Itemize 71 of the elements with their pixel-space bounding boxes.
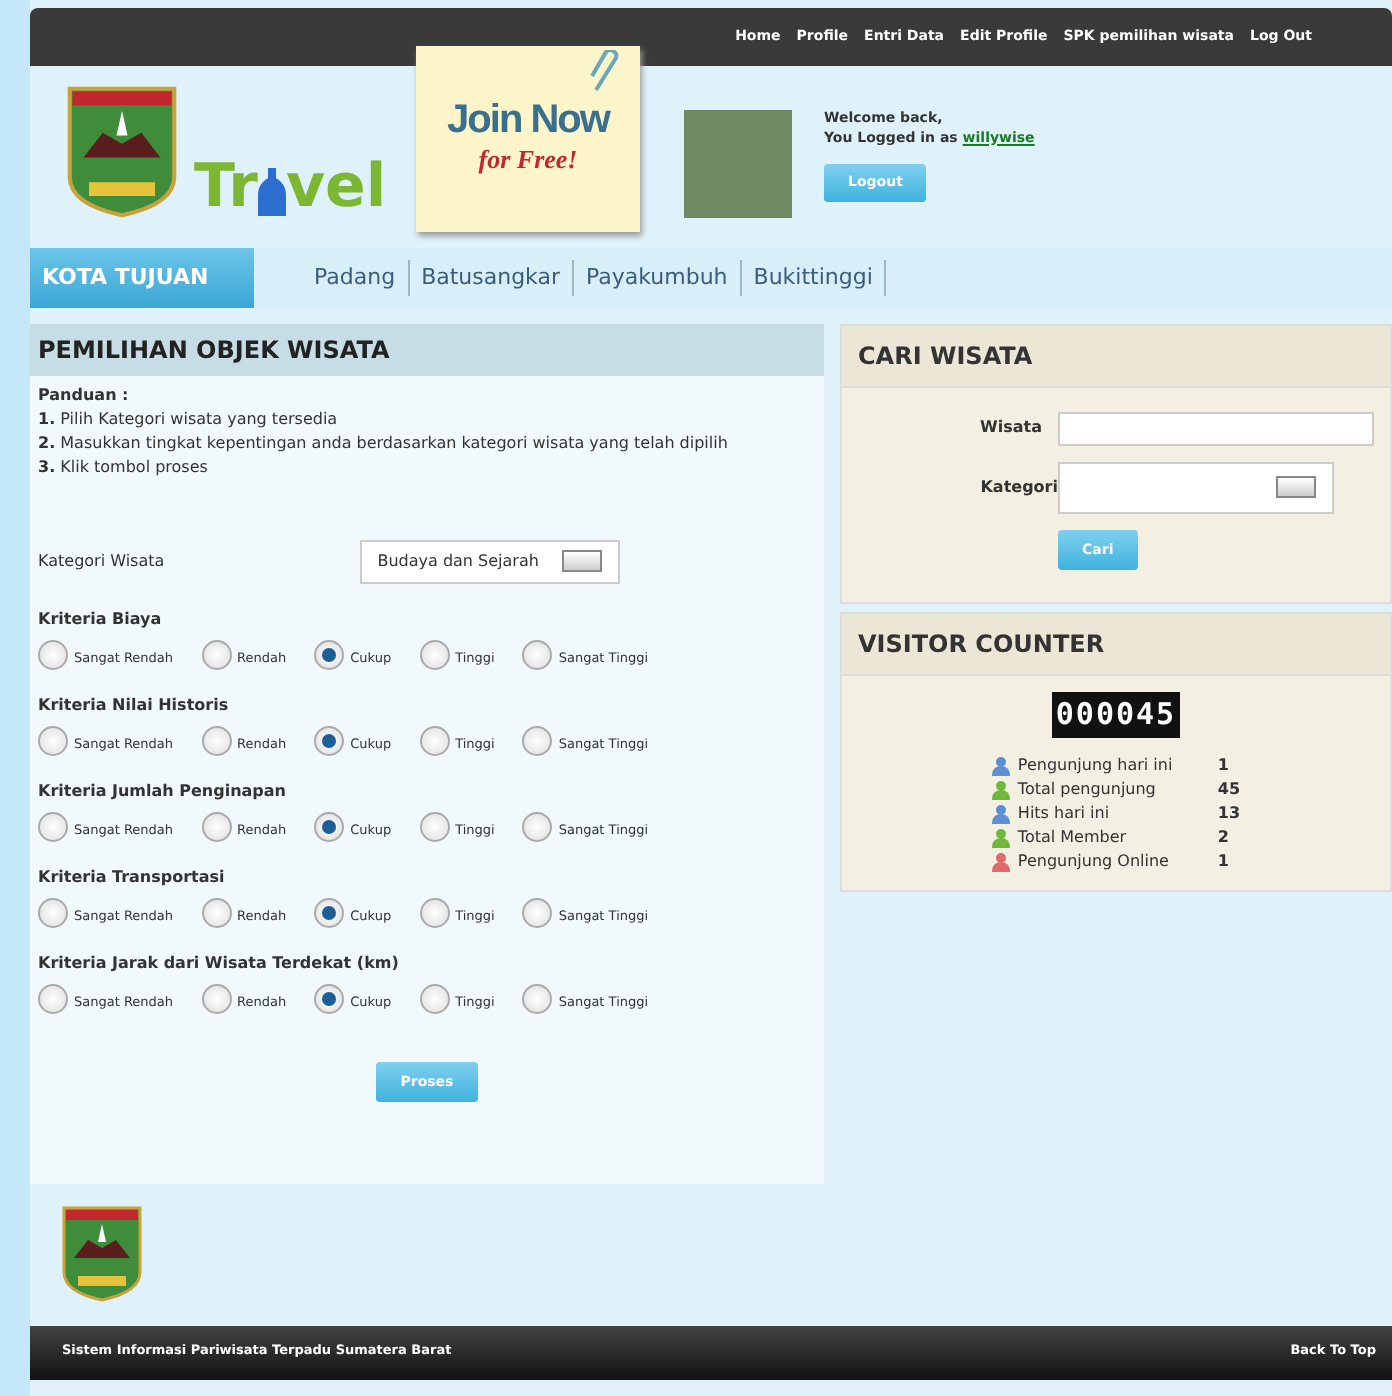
join-now-title: Join Now xyxy=(447,100,609,141)
guide-step: 3. Klik tombol proses xyxy=(38,455,816,480)
visitor-counter: 000045 xyxy=(1051,692,1181,738)
stat-value: 2 xyxy=(1217,825,1229,850)
field-label: Kategori xyxy=(978,475,1058,500)
radio-button[interactable] xyxy=(419,725,450,756)
panel-title: VISITOR COUNTER xyxy=(840,612,1392,677)
stat-value: 45 xyxy=(1217,777,1241,802)
photo-placeholder xyxy=(684,110,792,219)
field-label: Kategori Wisata xyxy=(38,549,165,574)
radio-button[interactable] xyxy=(314,639,345,670)
radio-button[interactable] xyxy=(201,725,232,756)
radio-button[interactable] xyxy=(419,639,450,670)
stat-label: Hits hari ini xyxy=(1017,801,1112,826)
stat-value: 13 xyxy=(1217,801,1241,826)
radio-button[interactable] xyxy=(38,897,68,928)
city-link[interactable]: Batusangkar xyxy=(409,259,574,296)
city-link[interactable]: Bukittinggi xyxy=(741,259,887,296)
kategori-select[interactable] xyxy=(1058,461,1334,514)
stat-label: Pengunjung Online xyxy=(1017,849,1171,874)
radio-button[interactable] xyxy=(38,725,68,756)
criteria-title: Kriteria Nilai Historis xyxy=(38,693,231,718)
coat-of-arms-icon xyxy=(62,1206,142,1303)
radio-button[interactable] xyxy=(522,897,553,928)
tab-heading: KOTA TUJUAN xyxy=(30,247,254,308)
city-link[interactable]: Payakumbuh xyxy=(574,259,742,296)
stat-label: Total pengunjung xyxy=(1017,777,1158,802)
coat-of-arms-icon xyxy=(66,86,178,219)
radio-button[interactable] xyxy=(522,725,553,756)
panel-title: CARI WISATA xyxy=(840,323,1392,388)
radio-button[interactable] xyxy=(314,983,345,1014)
city-link[interactable]: Padang xyxy=(302,259,410,296)
stat-label: Pengunjung hari ini xyxy=(1017,753,1175,778)
criteria-title: Kriteria Transportasi xyxy=(38,865,227,890)
bottle-icon xyxy=(257,166,286,219)
radio-button[interactable] xyxy=(522,639,553,670)
paperclip-icon xyxy=(588,50,624,95)
logo-text: vel xyxy=(285,158,387,219)
radio-button[interactable] xyxy=(419,897,450,928)
dropdown-button[interactable] xyxy=(562,550,603,573)
criteria-title: Kriteria Biaya xyxy=(38,607,164,632)
radio-button[interactable] xyxy=(201,639,232,670)
category-select[interactable]: Budaya dan Sejarah xyxy=(359,539,621,584)
criteria-title: Kriteria Jumlah Penginapan xyxy=(38,779,289,804)
stat-value: 1 xyxy=(1217,753,1229,778)
guide-step: 1. Pilih Kategori wisata yang tersedia xyxy=(38,407,816,432)
stat-value: 1 xyxy=(1217,849,1229,874)
guide-title: Panduan : xyxy=(38,383,131,408)
dropdown-button[interactable] xyxy=(1276,476,1316,499)
panel-title: PEMILIHAN OBJEK WISATA xyxy=(30,323,824,376)
radio-button[interactable] xyxy=(419,811,450,842)
radio-button[interactable] xyxy=(314,897,345,928)
stat-label: Total Member xyxy=(1017,825,1129,850)
field-label: Wisata xyxy=(978,416,1044,441)
radio-button[interactable] xyxy=(314,725,345,756)
join-now-subtitle: for Free! xyxy=(478,142,578,179)
radio-button[interactable] xyxy=(38,811,68,842)
radio-button[interactable] xyxy=(201,983,232,1014)
radio-button[interactable] xyxy=(522,811,553,842)
radio-button[interactable] xyxy=(419,983,450,1014)
radio-button[interactable] xyxy=(38,639,68,670)
criteria-title: Kriteria Jarak dari Wisata Terdekat (km) xyxy=(38,951,401,976)
logo-text: Tr xyxy=(194,158,258,219)
radio-button[interactable] xyxy=(38,983,68,1014)
wisata-input-field[interactable] xyxy=(1058,411,1374,446)
radio-button[interactable] xyxy=(522,983,553,1014)
radio-button[interactable] xyxy=(201,811,232,842)
radio-button[interactable] xyxy=(314,811,345,842)
join-now-note[interactable]: Join Now for Free! xyxy=(416,46,640,233)
guide-step: 2. Masukkan tingkat kepentingan anda berdasarkan kategori wisata yang telah dipilih xyxy=(38,431,816,456)
radio-button[interactable] xyxy=(201,897,232,928)
